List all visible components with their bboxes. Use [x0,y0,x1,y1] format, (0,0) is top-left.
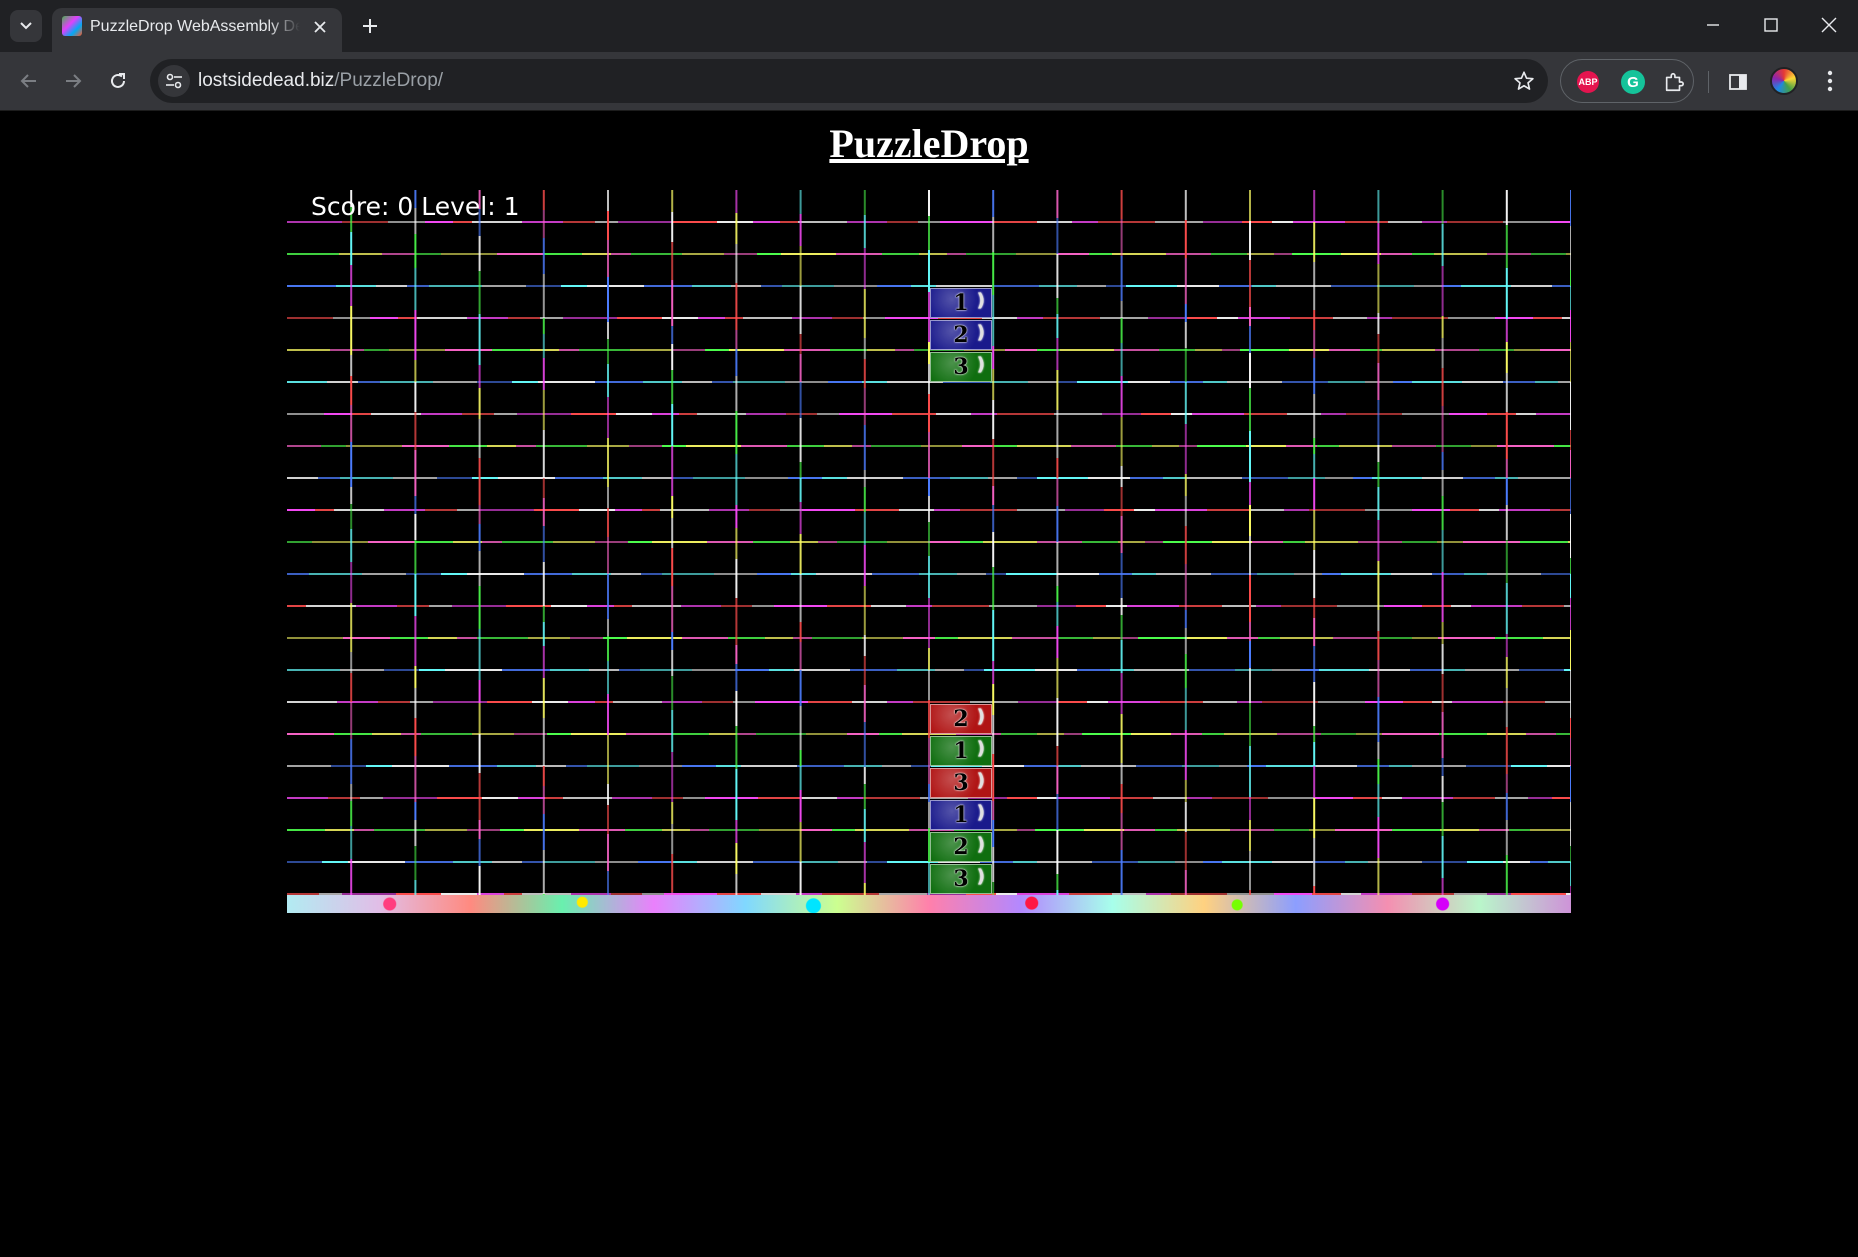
new-tab-button[interactable] [354,10,386,42]
stacked-block-5: 3 [930,864,992,894]
game-grid [287,190,1571,895]
falling-block-0: 1 [930,288,992,318]
url-text: lostsidedead.biz/PuzzleDrop/ [198,70,443,92]
address-bar[interactable]: lostsidedead.biz/PuzzleDrop/ [150,59,1548,103]
extensions-puzzle-icon[interactable] [1661,69,1687,95]
game-canvas[interactable]: Score: 0 Level: 1 123213123 [287,190,1571,913]
tab-title: PuzzleDrop WebAssembly Demo [90,18,300,35]
arrow-left-icon [20,74,36,88]
close-icon [314,21,326,33]
page-title: PuzzleDrop [829,121,1029,166]
toolbar-divider [1708,71,1709,93]
adblock-plus-icon[interactable]: ABP [1577,71,1599,93]
url-path: /PuzzleDrop/ [334,70,444,91]
bookmark-button[interactable] [1510,67,1538,95]
minimize-icon [1707,24,1719,26]
score-level-display: Score: 0 Level: 1 [311,192,520,221]
profile-avatar[interactable] [1770,67,1798,95]
plus-icon [363,19,377,33]
maximize-window-button[interactable] [1742,0,1800,50]
stacked-block-3: 1 [930,800,992,830]
reload-icon [111,73,125,88]
star-icon [1514,71,1534,90]
browser-toolbar: lostsidedead.biz/PuzzleDrop/ ABP G [0,52,1858,111]
side-panel-icon [1729,74,1747,90]
stacked-block-0: 2 [930,704,992,734]
reload-button[interactable] [101,64,135,98]
chevron-down-icon [20,22,32,30]
stacked-block-4: 2 [930,832,992,862]
grammarly-icon[interactable]: G [1621,70,1645,94]
falling-block-1: 2 [930,320,992,350]
url-host: lostsidedead.biz [198,70,335,91]
close-window-button[interactable] [1800,0,1858,50]
falling-block-2: 3 [930,352,992,382]
tune-icon [166,73,182,89]
browser-tab-active[interactable]: PuzzleDrop WebAssembly Demo [52,8,342,52]
close-icon [1821,17,1837,33]
back-button[interactable] [12,64,46,98]
tab-search-button[interactable] [10,10,42,42]
forward-button[interactable] [56,64,90,98]
site-info-button[interactable] [158,65,190,97]
browser-menu-button[interactable] [1816,66,1844,96]
browser-title-bar: PuzzleDrop WebAssembly Demo [0,0,1858,52]
stacked-block-2: 3 [930,768,992,798]
arrow-right-icon [66,74,82,88]
game-floor [287,895,1571,913]
maximize-icon [1764,18,1778,32]
minimize-window-button[interactable] [1684,0,1742,50]
side-panel-button[interactable] [1724,68,1752,96]
puzzledrop-favicon-icon [62,16,82,36]
stacked-block-1: 1 [930,736,992,766]
extensions-group: ABP G [1560,59,1694,103]
more-vert-icon [1827,70,1833,92]
tab-close-button[interactable] [308,15,332,39]
